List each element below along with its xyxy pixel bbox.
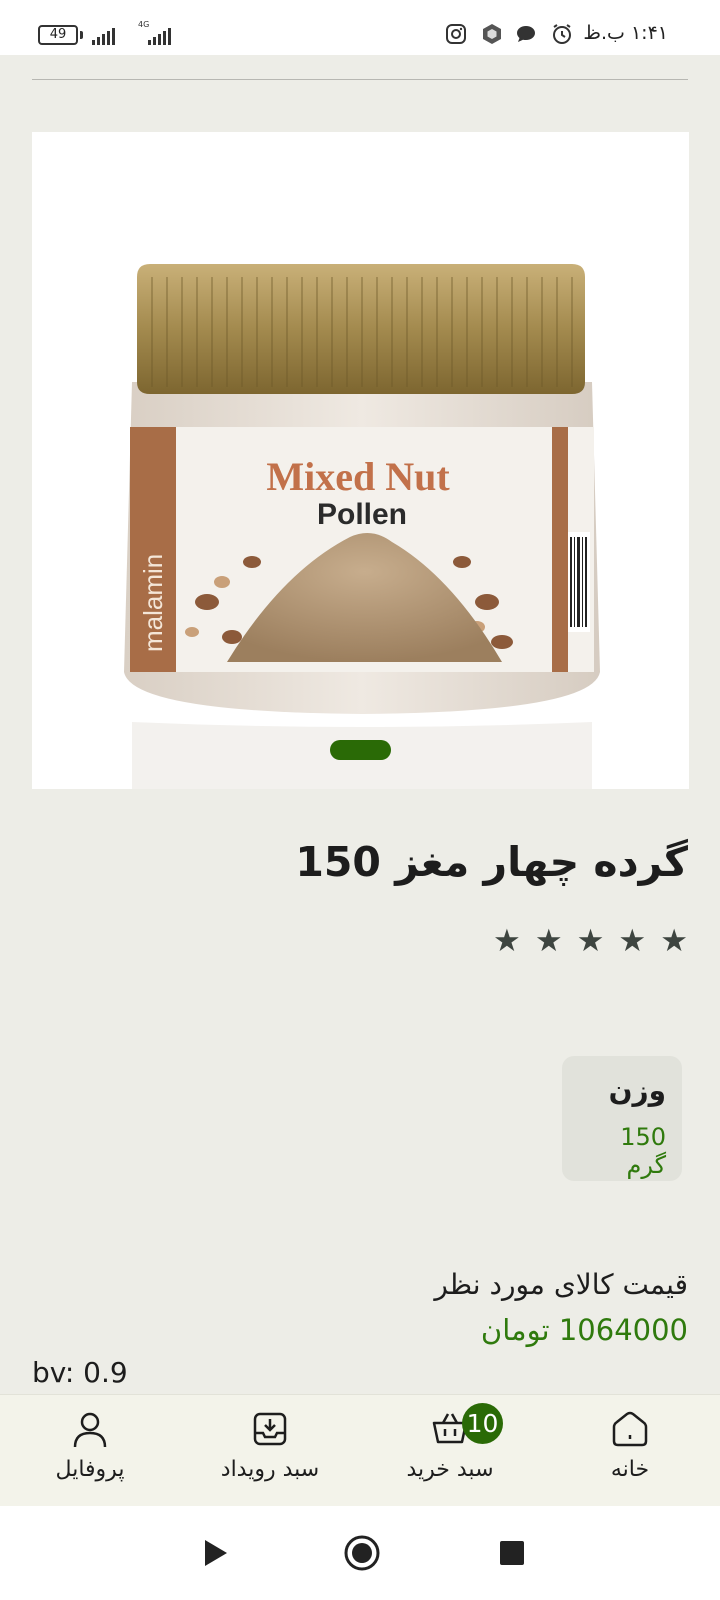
recents-square-icon[interactable] xyxy=(499,1540,525,1566)
nav-label-event-cart: سبد رویداد xyxy=(220,1457,320,1482)
product-title: گرده چهار مغز 150 xyxy=(295,838,688,886)
product-jar-illustration: malamin Mixed Nut Pollen xyxy=(124,264,600,789)
home-icon xyxy=(612,1411,648,1447)
signal-icon xyxy=(92,25,115,45)
carousel-indicator[interactable] xyxy=(330,740,391,760)
nav-item-cart[interactable]: 10 سبد خرید xyxy=(360,1395,540,1507)
star-icon: ★ xyxy=(493,923,521,959)
star-icon: ★ xyxy=(576,923,605,959)
spec-label: وزن xyxy=(608,1074,666,1107)
nav-label-profile: پروفایل xyxy=(55,1457,125,1482)
alarm-icon xyxy=(553,24,571,44)
star-icon: ★ xyxy=(618,923,647,959)
nav-item-home[interactable]: خانه xyxy=(540,1395,720,1507)
nav-label-home: خانه xyxy=(610,1457,650,1482)
price-value: 1064000 تومان xyxy=(480,1313,688,1347)
spec-value: 150 گرم xyxy=(620,1123,666,1179)
chat-bubble-icon xyxy=(517,26,535,42)
nav-item-profile[interactable]: پروفایل xyxy=(0,1395,180,1507)
status-time: ۱:۴۱ ب.ظ xyxy=(583,22,668,44)
back-triangle-icon[interactable] xyxy=(203,1538,229,1568)
nav-label-cart: سبد خرید xyxy=(406,1457,494,1482)
bottom-nav: پروفایل سبد رویداد 10 سبد خرید خانه xyxy=(0,1394,720,1506)
cart-count-badge: 10 xyxy=(462,1403,503,1444)
person-icon xyxy=(73,1412,107,1448)
nav-item-event-cart[interactable]: سبد رویداد xyxy=(180,1395,360,1507)
rating-stars: ★ ★ ★ ★ ★ xyxy=(493,925,688,957)
weight-spec-card[interactable]: وزن 150 گرم xyxy=(562,1056,682,1181)
image-title-line1: Mixed Nut xyxy=(266,454,450,499)
instagram-icon xyxy=(446,24,466,44)
svg-text:malamin: malamin xyxy=(138,554,168,652)
image-title-line2: Pollen xyxy=(317,498,407,531)
event-tray-icon xyxy=(253,1412,287,1446)
star-icon: ★ xyxy=(660,923,688,959)
bv-value: bv: 0.9 xyxy=(32,1356,128,1389)
star-icon: ★ xyxy=(534,923,563,959)
product-image[interactable]: malamin Mixed Nut Pollen xyxy=(32,132,689,789)
status-bar: 49 4G ۱:۴۱ ب.ظ xyxy=(0,0,720,55)
top-divider xyxy=(32,79,688,80)
hexagon-app-icon xyxy=(483,24,501,44)
system-nav-bar xyxy=(0,1506,720,1600)
battery-cap xyxy=(80,31,83,39)
price-label: قیمت کالای مورد نظر xyxy=(434,1268,688,1301)
battery-indicator: 49 xyxy=(38,25,78,45)
signal-icon-2 xyxy=(148,25,171,45)
home-circle-icon[interactable] xyxy=(344,1535,380,1571)
